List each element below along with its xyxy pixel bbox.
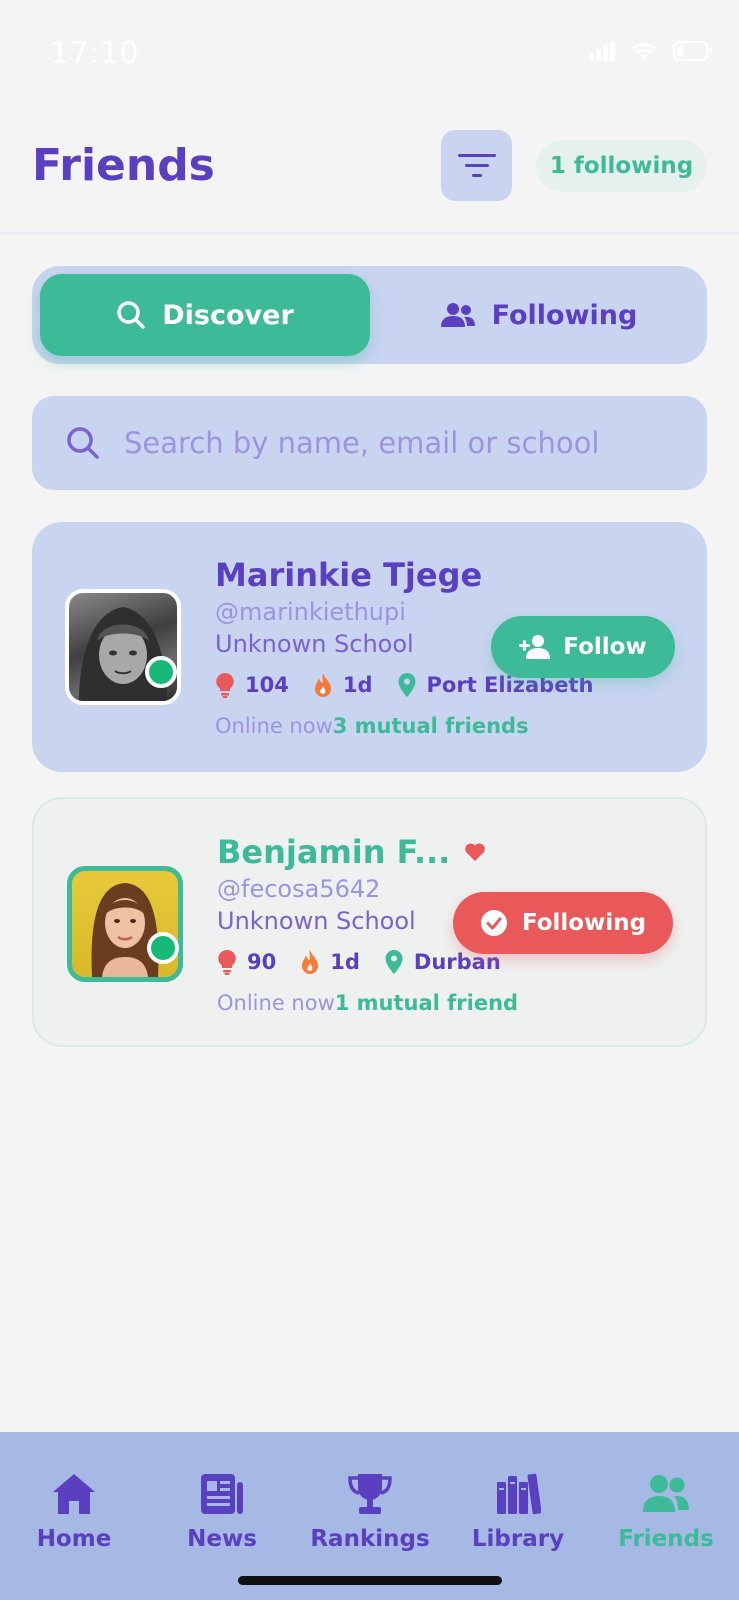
streak-value: 1d [330, 950, 360, 974]
friend-name-text: Benjamin F... [217, 833, 451, 871]
points-stat: 104 [215, 672, 289, 698]
mutual-friends-text: 1 mutual friend [334, 991, 519, 1015]
friend-card[interactable]: Benjamin F... @fecosa5642 Unknown School… [32, 797, 707, 1047]
status-bar: 17:10 [0, 0, 739, 100]
friend-handle: @marinkiethupi [215, 598, 406, 626]
following-count-badge[interactable]: 1 following [536, 140, 707, 192]
friend-school: Unknown School [217, 907, 416, 935]
online-status-text: Online now [215, 714, 333, 738]
tab-rankings[interactable]: Rankings [296, 1472, 444, 1552]
home-icon [53, 1474, 95, 1514]
follow-button-label: Follow [563, 634, 647, 660]
online-status-dot [145, 656, 177, 688]
home-indicator [238, 1576, 502, 1585]
lightbulb-icon [216, 672, 234, 698]
cellular-icon [589, 41, 615, 61]
tab-news-label: News [187, 1526, 257, 1552]
header: Friends 1 following [0, 100, 739, 234]
mutual-friends-text: 3 mutual friends [332, 714, 529, 738]
tab-discover[interactable]: Discover [40, 274, 370, 356]
page-title: Friends [32, 140, 215, 191]
friend-card[interactable]: Marinkie Tjege @marinkiethupi Unknown Sc… [32, 522, 707, 772]
friend-presence: Online now1 mutual friend [217, 991, 518, 1015]
tab-home[interactable]: Home [0, 1472, 148, 1552]
newspaper-icon [201, 1474, 243, 1514]
map-pin-icon [385, 950, 403, 974]
tab-library[interactable]: Library [444, 1472, 592, 1552]
status-time: 17:10 [50, 36, 139, 71]
tab-news[interactable]: News [148, 1472, 296, 1552]
points-stat: 90 [217, 949, 276, 975]
unfollow-button[interactable]: Following [453, 892, 673, 954]
filter-icon [457, 153, 496, 177]
search-bar [32, 396, 707, 490]
tab-friends-label: Friends [618, 1526, 714, 1552]
tab-following-label: Following [491, 299, 638, 331]
battery-icon [673, 41, 712, 61]
following-button-label: Following [521, 910, 647, 936]
streak-stat: 1d [313, 672, 373, 698]
tab-discover-label: Discover [162, 299, 294, 331]
tab-library-label: Library [471, 1526, 565, 1552]
online-status-dot [147, 932, 179, 964]
heart-icon [465, 843, 486, 861]
avatar[interactable] [67, 866, 183, 982]
search-icon [67, 427, 99, 459]
streak-stat: 1d [300, 949, 360, 975]
map-pin-icon [398, 673, 415, 697]
wifi-icon [631, 43, 657, 60]
users-icon [643, 1475, 689, 1512]
friend-school: Unknown School [215, 630, 414, 658]
user-plus-icon [519, 635, 551, 659]
points-value: 104 [245, 673, 289, 697]
users-icon [440, 303, 475, 327]
streak-value: 1d [342, 673, 373, 697]
filter-button[interactable] [441, 130, 512, 201]
friend-name-text: Marinkie Tjege [215, 556, 483, 594]
tab-rankings-label: Rankings [310, 1526, 430, 1552]
segmented-control: Discover Following [32, 266, 707, 364]
friend-handle: @fecosa5642 [217, 875, 381, 903]
tab-home-label: Home [36, 1526, 112, 1552]
books-icon [497, 1473, 541, 1515]
status-icons [589, 40, 713, 62]
friend-presence: Online now3 mutual friends [215, 714, 529, 738]
friend-name: Benjamin F... [217, 833, 486, 871]
tab-following[interactable]: Following [378, 274, 699, 356]
bottom-tab-bar: Home News Rankings Library Friends [0, 1432, 739, 1600]
online-status-text: Online now [217, 991, 335, 1015]
flame-icon [302, 950, 319, 974]
check-circle-icon [480, 910, 507, 936]
lightbulb-icon [218, 949, 236, 975]
trophy-icon [348, 1474, 392, 1514]
friend-name: Marinkie Tjege [215, 556, 482, 594]
search-input[interactable] [124, 426, 684, 460]
follow-button[interactable]: Follow [491, 616, 675, 678]
points-value: 90 [247, 950, 277, 974]
search-icon [117, 301, 145, 329]
tab-friends[interactable]: Friends [592, 1472, 739, 1552]
flame-icon [314, 673, 331, 697]
